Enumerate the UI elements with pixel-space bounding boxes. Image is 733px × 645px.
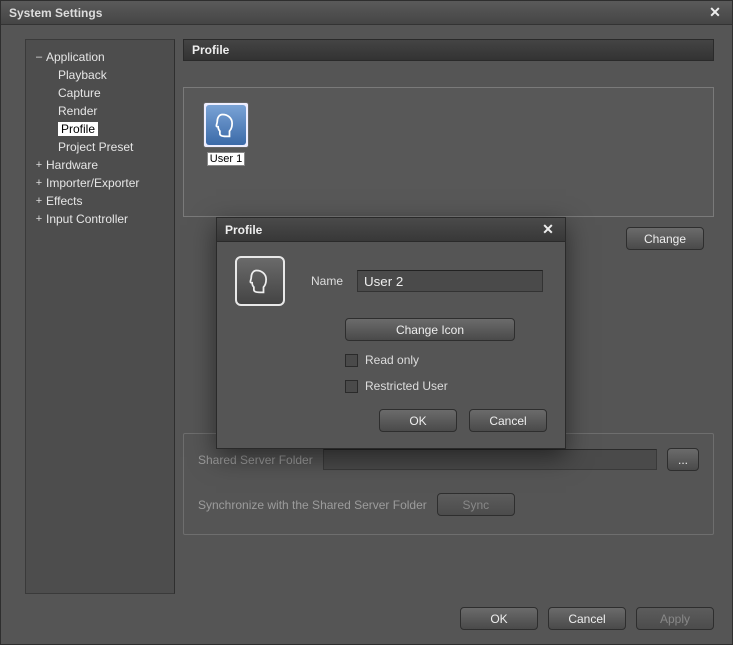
tree-item-capture[interactable]: Capture [32, 84, 168, 102]
tree-label: Capture [58, 86, 101, 100]
tree-item-application[interactable]: – Application [32, 48, 168, 66]
browse-button[interactable]: ... [667, 448, 699, 471]
profile-icon-box [203, 102, 249, 148]
window-title: System Settings [9, 6, 102, 20]
profile-dialog: Profile ✕ Name Change Icon Read on [216, 217, 566, 449]
read-only-checkbox[interactable]: Read only [345, 353, 419, 367]
apply-button[interactable]: Apply [636, 607, 714, 630]
tree-label: Playback [58, 68, 107, 82]
tree-item-render[interactable]: Render [32, 102, 168, 120]
change-icon-button[interactable]: Change Icon [345, 318, 515, 341]
footer-buttons: OK Cancel Apply [460, 607, 714, 630]
tree-item-input-controller[interactable]: + Input Controller [32, 210, 168, 228]
tree-item-playback[interactable]: Playback [32, 66, 168, 84]
tree-item-importer-exporter[interactable]: + Importer/Exporter [32, 174, 168, 192]
profile-tile[interactable]: User 1 [198, 102, 254, 166]
tree-item-hardware[interactable]: + Hardware [32, 156, 168, 174]
tree-item-effects[interactable]: + Effects [32, 192, 168, 210]
checkbox-box-icon [345, 380, 358, 393]
shared-folder-label: Shared Server Folder [198, 453, 313, 467]
expand-icon[interactable]: + [32, 159, 46, 171]
close-icon[interactable]: ✕ [539, 221, 557, 239]
tree-label: Importer/Exporter [46, 176, 139, 190]
tree-item-project-preset[interactable]: Project Preset [32, 138, 168, 156]
section-header: Profile [183, 39, 714, 61]
expand-icon[interactable]: + [32, 195, 46, 207]
ok-button[interactable]: OK [460, 607, 538, 630]
name-label: Name [299, 274, 343, 288]
restricted-user-checkbox[interactable]: Restricted User [345, 379, 448, 393]
dialog-ok-button[interactable]: OK [379, 409, 457, 432]
sidebar: – Application Playback Capture Render Pr… [25, 39, 175, 594]
tree-label: Input Controller [46, 212, 128, 226]
section-title: Profile [192, 43, 229, 57]
dialog-titlebar: Profile ✕ [217, 218, 565, 242]
checkbox-box-icon [345, 354, 358, 367]
tree-label: Application [46, 50, 105, 64]
tree-label: Project Preset [58, 140, 133, 154]
shared-folder-input[interactable] [323, 449, 657, 470]
expand-icon[interactable]: + [32, 213, 46, 225]
settings-window: System Settings ✕ – Application Playback… [0, 0, 733, 645]
checkbox-label: Restricted User [365, 379, 448, 393]
name-input[interactable] [357, 270, 543, 292]
sync-text: Synchronize with the Shared Server Folde… [198, 498, 427, 512]
profile-caption: User 1 [207, 152, 245, 166]
tree-label: Render [58, 104, 97, 118]
change-button[interactable]: Change [626, 227, 704, 250]
dialog-title: Profile [225, 223, 262, 237]
titlebar: System Settings ✕ [1, 1, 732, 25]
collapse-icon[interactable]: – [32, 51, 46, 63]
profile-head-icon [206, 105, 246, 145]
tree-label: Hardware [46, 158, 98, 172]
dialog-body: Name Change Icon Read only Restricted Us… [217, 242, 565, 448]
tree-label: Effects [46, 194, 82, 208]
cancel-button[interactable]: Cancel [548, 607, 626, 630]
profile-head-icon [235, 256, 285, 306]
dialog-cancel-button[interactable]: Cancel [469, 409, 547, 432]
checkbox-label: Read only [365, 353, 419, 367]
expand-icon[interactable]: + [32, 177, 46, 189]
close-icon[interactable]: ✕ [706, 4, 724, 22]
profiles-panel: User 1 [183, 87, 714, 217]
tree-item-profile[interactable]: Profile [32, 120, 168, 138]
tree-label: Profile [58, 122, 98, 136]
sync-button[interactable]: Sync [437, 493, 515, 516]
